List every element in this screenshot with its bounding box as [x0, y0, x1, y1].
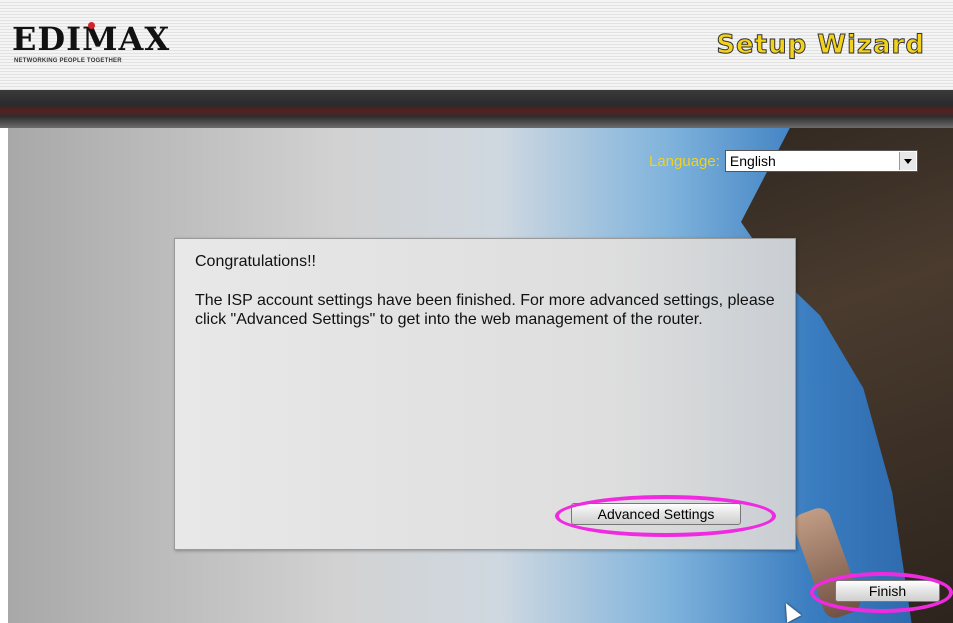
climber-image: [790, 504, 864, 622]
chevron-down-icon: [903, 158, 912, 164]
logo-tagline: NETWORKING PEOPLE TOGETHER: [14, 58, 122, 64]
language-selector-row: Language: English: [649, 150, 918, 172]
dialog-message: The ISP account settings have been finis…: [195, 292, 775, 328]
edimax-logo: EDIMAX NETWORKING PEOPLE TOGETHER: [12, 16, 182, 68]
header-bar: EDIMAX NETWORKING PEOPLE TOGETHER Setup …: [0, 0, 953, 90]
dropdown-button[interactable]: [898, 152, 916, 170]
advanced-settings-button[interactable]: Advanced Settings: [571, 503, 741, 525]
language-label: Language:: [649, 152, 720, 170]
finish-button[interactable]: Finish: [835, 580, 940, 602]
dialog-heading: Congratulations!!: [195, 253, 316, 270]
header-divider-band: [0, 90, 953, 128]
logo-dot-icon: [88, 22, 95, 29]
page-title: Setup Wizard: [716, 30, 925, 61]
language-select[interactable]: English: [724, 150, 918, 172]
language-selected-value: English: [729, 153, 776, 169]
